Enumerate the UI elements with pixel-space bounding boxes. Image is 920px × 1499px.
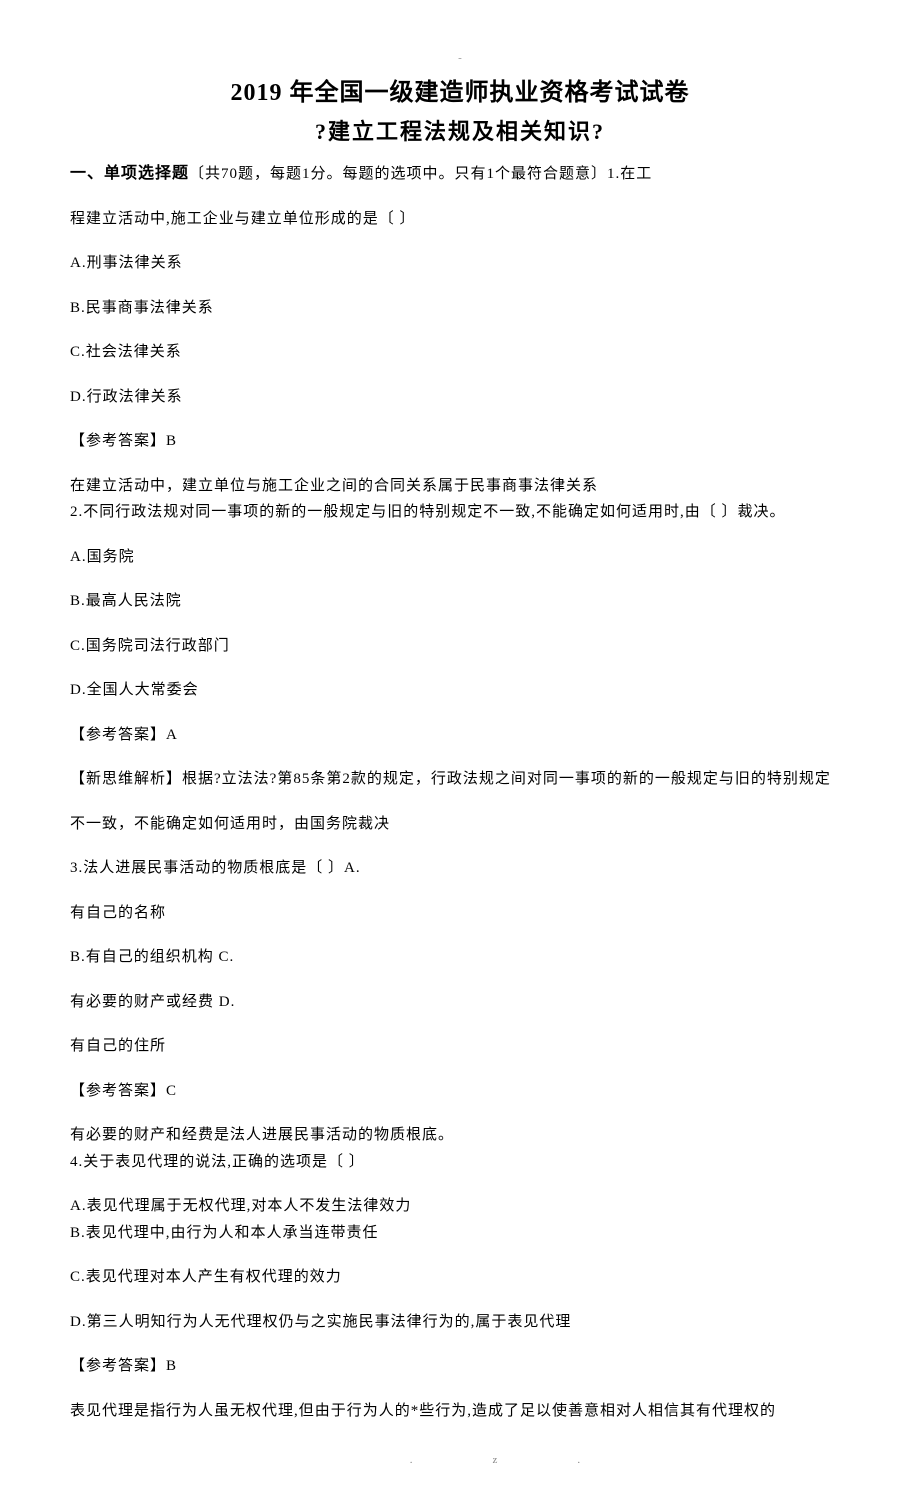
q3-option-a: 有自己的名称 [70, 902, 850, 925]
q3-explanation: 有必要的财产和经费是法人进展民事活动的物质根底。 [70, 1124, 850, 1147]
exam-subtitle: ?建立工程法规及相关知识? [70, 115, 850, 148]
q4-option-c: C.表见代理对本人产生有权代理的效力 [70, 1266, 850, 1289]
q3-option-c: 有必要的财产或经费 D. [70, 991, 850, 1014]
q4-explanation: 表见代理是指行为人虽无权代理,但由于行为人的*些行为,造成了足以使善意相对人相信… [70, 1400, 850, 1423]
q4-answer: 【参考答案】B [70, 1355, 850, 1378]
q2-option-b: B.最高人民法院 [70, 590, 850, 613]
q1-option-c: C.社会法律关系 [70, 341, 850, 364]
footer-z: z. [493, 1454, 661, 1466]
q2-explanation-2: 不一致，不能确定如何适用时，由国务院裁决 [70, 813, 850, 836]
q2-stem: 2.不同行政法规对同一事项的新的一般规定与旧的特别规定不一致,不能确定如何适用时… [70, 501, 850, 524]
q4-option-b: B.表见代理中,由行为人和本人承当连带责任 [70, 1222, 850, 1245]
q1-option-d: D.行政法律关系 [70, 386, 850, 409]
q4-stem: 4.关于表见代理的说法,正确的选项是〔 〕 [70, 1151, 850, 1174]
section-heading-bold: 一、单项选择题 [70, 165, 189, 182]
q1-answer: 【参考答案】B [70, 430, 850, 453]
q4-option-a: A.表见代理属于无权代理,对本人不发生法律效力 [70, 1195, 850, 1218]
q2-option-a: A.国务院 [70, 546, 850, 569]
q2-explanation-1: 【新思维解析】根据?立法法?第85条第2款的规定，行政法规之间对同一事项的新的一… [70, 768, 850, 791]
section-heading-rest: 〔共70题，每题1分。每题的选项中。只有1个最符合题意〕1.在工 [189, 166, 652, 182]
q3-stem: 3.法人进展民事活动的物质根底是〔 〕A. [70, 857, 850, 880]
q1-explanation: 在建立活动中，建立单位与施工企业之间的合同关系属于民事商事法律关系 [70, 475, 850, 498]
q2-option-c: C.国务院司法行政部门 [70, 635, 850, 658]
q1-stem-line2: 程建立活动中,施工企业与建立单位形成的是〔 〕 [70, 208, 850, 231]
page-footer: .z. [70, 1452, 850, 1469]
q3-option-b: B.有自己的组织机构 C. [70, 946, 850, 969]
q4-option-d: D.第三人明知行为人无代理权仍与之实施民事法律行为的,属于表见代理 [70, 1311, 850, 1334]
q1-option-a: A.刑事法律关系 [70, 252, 850, 275]
q2-option-d: D.全国人大常委会 [70, 679, 850, 702]
q1-option-b: B.民事商事法律关系 [70, 297, 850, 320]
exam-title: 2019 年全国一级建造师执业资格考试试卷 [70, 75, 850, 111]
q3-option-d: 有自己的住所 [70, 1035, 850, 1058]
q2-answer: 【参考答案】A [70, 724, 850, 747]
q3-answer: 【参考答案】C [70, 1080, 850, 1103]
header-mark: - [70, 50, 850, 67]
footer-dot: . [410, 1454, 493, 1466]
section-heading: 一、单项选择题〔共70题，每题1分。每题的选项中。只有1个最符合题意〕1.在工 [70, 162, 850, 186]
